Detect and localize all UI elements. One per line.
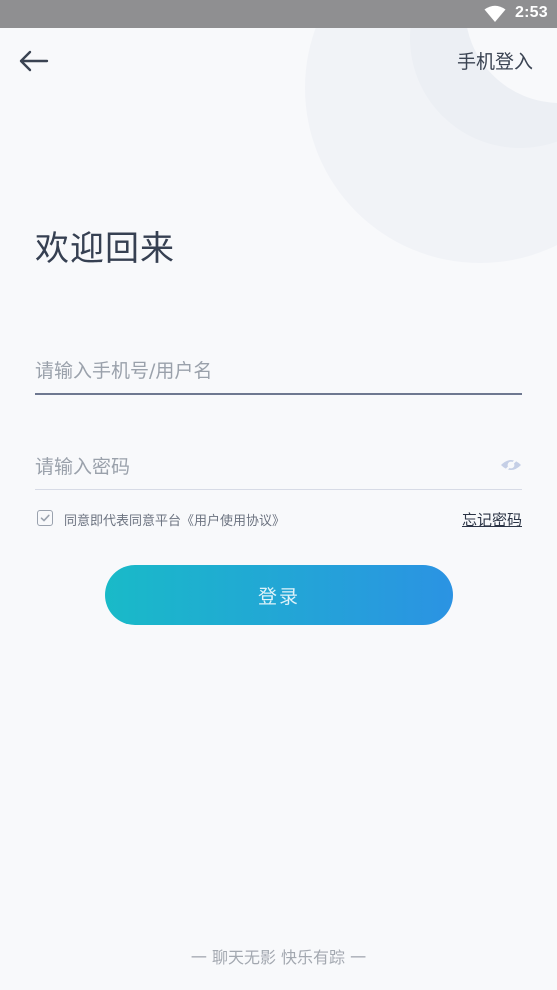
- agreement-row: 同意即代表同意平台《用户使用协议》 忘记密码: [37, 508, 522, 530]
- password-input[interactable]: [35, 445, 522, 489]
- back-button[interactable]: [14, 44, 54, 78]
- phone-login-link[interactable]: 手机登入: [457, 47, 533, 74]
- footer-slogan: 一 聊天无影 快乐有踪 一: [190, 948, 367, 967]
- agree-checkbox[interactable]: [37, 510, 53, 526]
- wifi-icon: [484, 5, 506, 22]
- forgot-password-link[interactable]: 忘记密码: [462, 509, 522, 530]
- username-field-container: [35, 349, 522, 395]
- username-input[interactable]: [35, 349, 522, 393]
- eye-hidden-icon[interactable]: [500, 456, 522, 474]
- back-arrow-icon: [19, 50, 49, 72]
- check-icon: [40, 514, 50, 522]
- status-time: 2:53: [515, 4, 548, 21]
- login-button[interactable]: 登录: [105, 565, 453, 625]
- password-field-container: [35, 445, 522, 490]
- agreement-text[interactable]: 同意即代表同意平台《用户使用协议》: [64, 510, 285, 529]
- page-title: 欢迎回来: [35, 229, 175, 269]
- status-bar: 2:53: [0, 0, 557, 28]
